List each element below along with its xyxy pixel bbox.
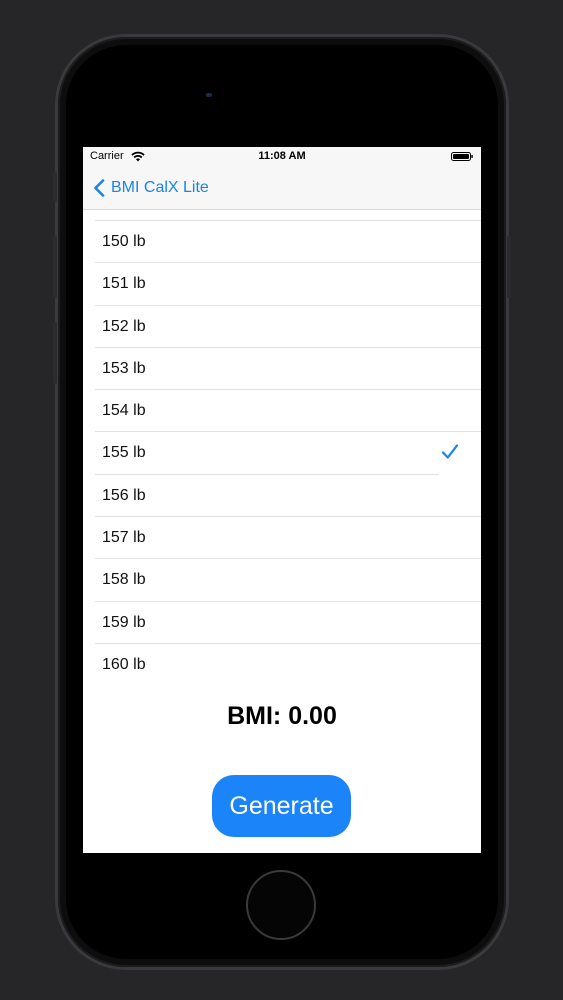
bmi-result-label: BMI: 0.00 [227,702,337,730]
back-button-label: BMI CalX Lite [111,179,209,196]
power-button [507,236,511,298]
weight-option-label: 158 lb [102,571,146,589]
weight-option-label: 150 lb [102,233,146,250]
front-camera [206,93,212,97]
back-button[interactable]: BMI CalX Lite [93,176,209,200]
weight-option-label: 156 lb [102,486,146,504]
navigation-bar: BMI CalX Lite [83,167,481,210]
weight-option-label: 157 lb [102,529,146,547]
app-screen: Carrier 11:08 AM BMI CalX Lite 150 lb 15… [83,147,481,853]
weight-option-label: 152 lb [102,317,146,335]
weight-option-label: 155 lb [102,444,146,462]
weight-option-label: 151 lb [102,275,146,293]
weight-option-label: 153 lb [102,359,146,377]
volume-up-button [53,236,57,298]
mute-switch [53,172,57,202]
weight-option[interactable]: 153 lb [83,348,481,391]
weight-option[interactable]: 159 lb [83,602,481,644]
device-stage: Carrier 11:08 AM BMI CalX Lite 150 lb 15… [0,0,563,1000]
weight-option[interactable]: 150 lb [83,221,481,264]
weight-option[interactable]: 155 lb [83,432,481,475]
weight-option[interactable]: 151 lb [83,263,481,306]
generate-button[interactable]: Generate [212,775,351,837]
home-button[interactable] [246,870,316,940]
weight-option-label: 154 lb [102,402,146,420]
weight-option[interactable]: 152 lb [83,306,481,348]
weight-option[interactable]: 154 lb [83,390,481,433]
weight-option-label: 160 lb [102,655,146,673]
weight-list: 150 lb 151 lb 152 lb 153 lb 154 lb 155 lb 156 … [83,221,481,686]
weight-option[interactable]: 158 lb [83,559,481,602]
weight-option[interactable]: 156 lb [83,475,481,518]
checkmark-icon [441,444,459,460]
status-bar: Carrier 11:08 AM [83,147,481,167]
weight-option-label: 159 lb [102,613,146,631]
volume-down-button [53,322,57,384]
chevron-left-icon [94,179,105,197]
status-time: 11:08 AM [258,150,306,162]
battery-icon [451,152,473,161]
weight-option[interactable]: 160 lb [83,644,481,686]
weight-option[interactable]: 157 lb [83,517,481,560]
